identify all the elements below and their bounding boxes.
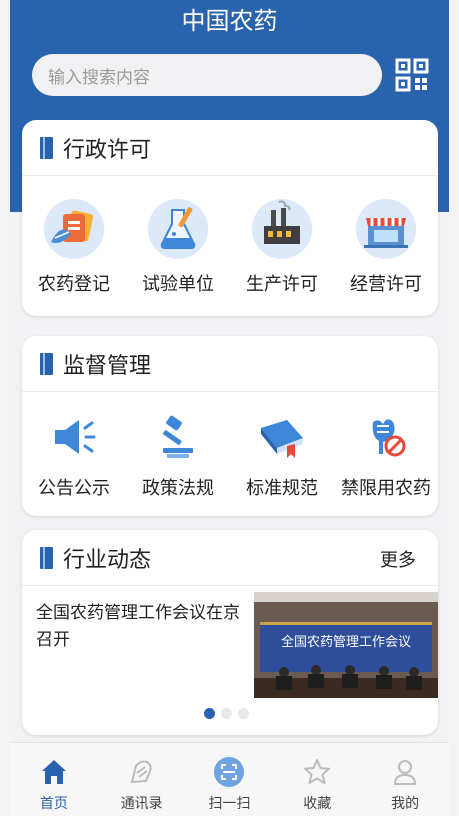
tab-profile[interactable]: 我的 xyxy=(361,743,449,816)
news-photo-banner: 全国农药管理工作会议 xyxy=(281,634,411,650)
home-icon xyxy=(41,760,66,784)
tab-label: 我的 xyxy=(391,796,420,812)
grid-item-label: 标准规范 xyxy=(246,478,318,499)
grid-item-announcements[interactable]: 公告公示 xyxy=(22,412,126,500)
grid-item-business-license[interactable]: 经营许可 xyxy=(334,198,438,296)
store-icon xyxy=(356,199,416,259)
supervision-card: 监督管理 公告公示 政策法规 标准规范 禁限用农药 xyxy=(22,336,438,516)
grid-item-label: 试验单位 xyxy=(142,274,214,295)
supervision-grid: 公告公示 政策法规 标准规范 禁限用农药 xyxy=(22,392,438,500)
search-placeholder: 输入搜索内容 xyxy=(48,67,150,88)
section-title: 监督管理 xyxy=(63,353,152,379)
grid-item-standards[interactable]: 标准规范 xyxy=(230,412,334,500)
grid-item-production-license[interactable]: 生产许可 xyxy=(230,198,334,296)
prohibited-icon xyxy=(372,419,406,457)
grid-item-label: 公告公示 xyxy=(38,478,110,499)
scan-icon xyxy=(214,757,245,787)
section-marker-icon xyxy=(40,546,53,569)
section-marker-icon xyxy=(40,136,53,159)
news-photo[interactable]: 全国农药管理工作会议 xyxy=(254,592,438,698)
news-headline[interactable]: 全国农药管理工作会议在京召开 xyxy=(36,600,246,654)
supervision-header: 监督管理 xyxy=(22,336,438,392)
industry-news-card: 行业动态 更多 全国农药管理工作会议在京召开 全国农药管理工作会议 xyxy=(22,530,438,735)
flask-icon xyxy=(148,199,208,259)
grid-item-pesticide-registration[interactable]: 农药登记 xyxy=(22,198,126,296)
carousel-dot[interactable] xyxy=(221,708,232,719)
section-marker-icon xyxy=(40,352,53,375)
grid-item-label: 经营许可 xyxy=(350,274,422,295)
search-input[interactable]: 输入搜索内容 xyxy=(32,54,382,96)
grid-item-label: 农药登记 xyxy=(38,274,110,295)
tab-label: 首页 xyxy=(39,796,68,812)
tab-label: 扫一扫 xyxy=(208,796,251,812)
tab-scan[interactable]: 扫一扫 xyxy=(186,743,274,816)
carousel-dot[interactable] xyxy=(238,708,249,719)
admin-license-header: 行政许可 xyxy=(22,120,438,176)
section-title: 行业动态 xyxy=(63,547,152,573)
grid-item-test-unit[interactable]: 试验单位 xyxy=(126,198,230,296)
grid-item-banned-pesticides[interactable]: 禁限用农药 xyxy=(334,412,438,500)
factory-icon xyxy=(252,199,312,259)
tab-label: 收藏 xyxy=(303,796,332,812)
tab-label: 通讯录 xyxy=(120,796,163,812)
page-title: 中国农药 xyxy=(181,7,278,35)
contacts-icon xyxy=(130,760,152,784)
book-icon xyxy=(261,420,303,458)
grid-item-label: 政策法规 xyxy=(142,478,214,499)
grid-item-label: 禁限用农药 xyxy=(341,478,431,499)
qr-scan-icon[interactable] xyxy=(395,58,429,92)
grid-item-policies[interactable]: 政策法规 xyxy=(126,412,230,500)
megaphone-icon xyxy=(55,420,96,454)
pesticide-registration-icon xyxy=(44,199,104,259)
section-title: 行政许可 xyxy=(63,137,152,163)
tab-contacts[interactable]: 通讯录 xyxy=(98,743,186,816)
admin-license-card: 行政许可 农药登记 试验单位 生产许可 经营许可 xyxy=(22,120,438,316)
admin-license-grid: 农药登记 试验单位 生产许可 经营许可 xyxy=(22,176,438,296)
tab-favorites[interactable]: 收藏 xyxy=(273,743,361,816)
gavel-icon xyxy=(162,415,193,458)
tab-home[interactable]: 首页 xyxy=(10,743,98,816)
grid-item-label: 生产许可 xyxy=(246,274,318,295)
industry-news-header: 行业动态 更多 xyxy=(22,530,438,586)
more-link[interactable]: 更多 xyxy=(380,546,416,572)
carousel-dot-active[interactable] xyxy=(204,708,215,719)
carousel-indicators xyxy=(204,708,249,719)
star-icon xyxy=(304,759,331,784)
app-screen: 中国农药 输入搜索内容 行政许可 农药登记 试验单位 生产许可 经营许可 监督管… xyxy=(10,0,449,816)
bottom-tab-bar: 首页 通讯录 扫一扫 收藏 我的 xyxy=(10,742,449,816)
user-icon xyxy=(394,760,417,785)
